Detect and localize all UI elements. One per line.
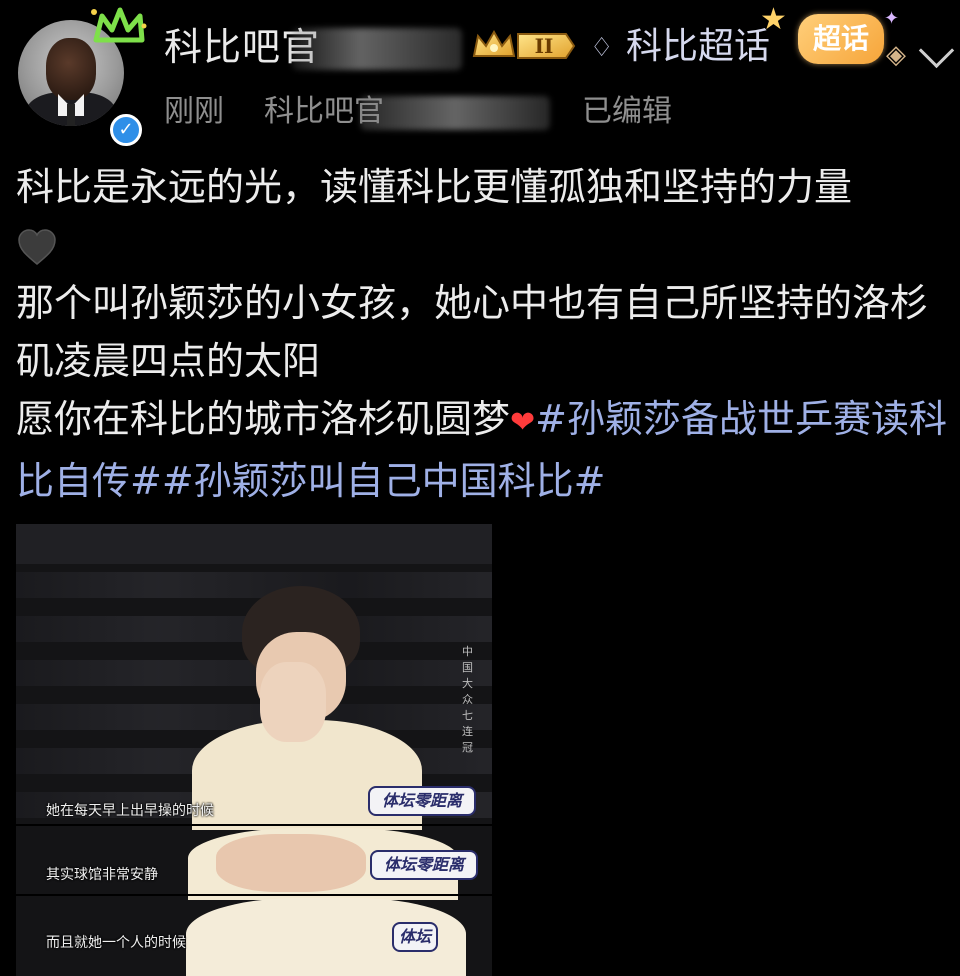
blurred-name-region [292,28,462,70]
avatar-tie [67,104,75,126]
verified-badge-icon: ✓ [110,114,142,146]
post-image[interactable]: 中国大众 七连冠 她在每天早上出早操的时候 体坛零距离 其实球馆非常安静 体坛零… [16,524,492,976]
subtitle-2: 其实球馆非常安静 [46,867,158,883]
star-icon: ★ [760,2,787,37]
super-topic-label: 科比超话 [626,26,771,67]
super-topic-link[interactable]: ♢ 科比超话 [590,22,770,72]
sparkle-icon: ✦ [884,8,900,29]
post-header: ✓ 科比吧官 II ♢ 科比超话 ★ 超话 ✦ ◈ 刚刚 科比吧官 已编辑 [0,0,960,146]
edited-label[interactable]: 已编辑 [582,94,672,129]
post-line-1: 科比是永远的光，读懂科比更懂孤独和坚持的力量 [16,165,853,209]
stage-band [16,572,492,598]
person-hand [260,662,326,742]
post-line-3-text: 愿你在科比的城市洛杉矶圆梦 [16,397,511,441]
post-time: 刚刚 [164,94,224,129]
vip-crown-badge[interactable]: II [470,26,578,66]
chevron-down-icon[interactable] [918,32,955,69]
tv-logo: 体坛零距离 [370,850,478,880]
tv-logo: 体坛零距离 [368,786,476,816]
blurred-source-region [360,96,550,130]
frame-divider [16,824,492,826]
frame-divider [16,894,492,896]
avatar-container[interactable]: ✓ [18,7,147,146]
vertical-text: 中国大众 七连冠 [462,645,473,754]
hashtag-link-2[interactable]: #孙颖莎叫自己中国科比# [162,459,606,503]
subtitle-1: 她在每天早上出早操的时候 [46,803,214,819]
red-heart-icon: ❤ [510,405,536,440]
gem-icon: ♢ [590,33,614,63]
tv-logo-small: 体坛 [392,922,438,952]
person-hands-frame-2 [216,834,366,892]
post-line-3: 愿你在科比的城市洛杉矶圆梦❤#孙颖莎备战世乒赛读科比自传##孙颖莎叫自己中国科比… [16,390,952,510]
black-heart-icon [18,228,56,265]
post-line-2: 那个叫孙颖莎的小女孩，她心中也有自己所坚持的洛杉矶凌晨四点的太阳 [16,281,929,383]
flag-icon: ◈ [886,40,906,70]
black-heart-row [16,216,952,274]
super-topic-badge[interactable]: 超话 [798,14,884,64]
subtitle-3: 而且就她一个人的时候 [46,935,186,951]
vip-level: II [535,34,554,58]
post-text: 科比是永远的光，读懂科比更懂孤独和坚持的力量 那个叫孙颖莎的小女孩，她心中也有自… [16,158,952,510]
image-top-bar [16,524,492,564]
crown-decoration-icon [91,7,147,43]
